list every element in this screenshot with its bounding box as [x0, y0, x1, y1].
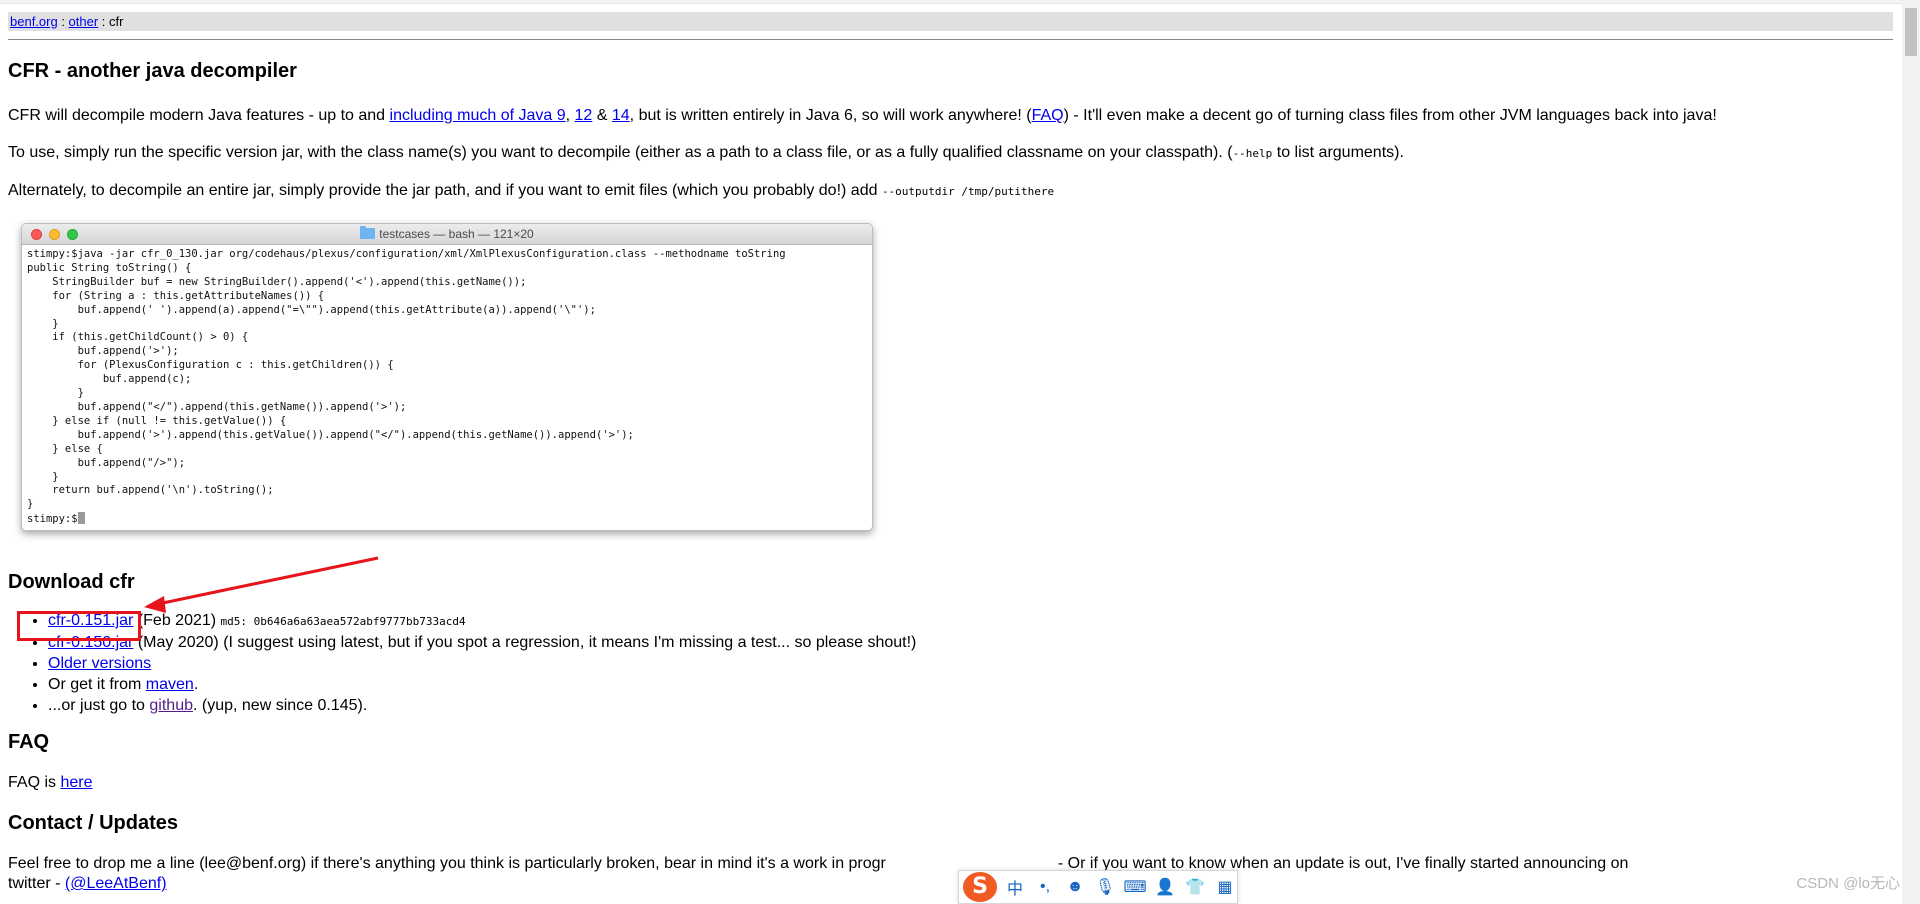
emoji-icon[interactable]: ☻ — [1063, 878, 1087, 896]
language-toggle[interactable]: 中 — [1003, 875, 1027, 899]
md5-hash: md5: 0b646a6a63aea572abf9777bb733acd4 — [220, 615, 466, 628]
contact-paragraph: Feel free to drop me a line (lee@benf.or… — [8, 854, 1893, 894]
release-date: (Feb 2021) — [133, 612, 221, 629]
contact-text: Feel free to drop me a line (lee@benf.or… — [8, 855, 886, 872]
cursor-icon — [77, 512, 85, 525]
watermark: CSDN @lo无心 — [1796, 875, 1900, 892]
download-previous-link[interactable]: cfr-0.150.jar — [48, 634, 133, 651]
faq-text: FAQ is — [8, 774, 61, 791]
punctuation-icon[interactable]: •, — [1033, 878, 1057, 896]
breadcrumb-other-link[interactable]: other — [69, 14, 99, 29]
breadcrumb-current: cfr — [109, 14, 124, 29]
java14-link[interactable]: 14 — [612, 107, 630, 124]
faq-paragraph: FAQ is here — [8, 773, 1893, 793]
intro-text: , but is written entirely in Java 6, so … — [629, 107, 1032, 124]
download-list: cfr-0.151.jar (Feb 2021) md5: 0b646a6a63… — [8, 610, 1893, 716]
divider — [8, 39, 1893, 40]
intro-text: , — [565, 107, 575, 124]
zoom-dot-icon — [67, 229, 78, 240]
list-item: cfr-0.150.jar (May 2020) (I suggest usin… — [48, 632, 1893, 653]
terminal-prompt: stimpy:$ — [27, 513, 78, 526]
scrollbar-thumb[interactable] — [1905, 8, 1917, 56]
skin-shirt-icon[interactable]: 👕 — [1183, 877, 1207, 897]
list-text: ...or just go to — [48, 697, 150, 714]
help-flag: --help — [1232, 147, 1273, 160]
terminal-code: stimpy:$java -jar cfr_0_130.jar org/code… — [27, 248, 786, 511]
breadcrumb: benf.org : other : cfr — [8, 12, 1893, 31]
github-link[interactable]: github — [149, 697, 193, 714]
maven-link[interactable]: maven — [146, 676, 194, 693]
breadcrumb-root-link[interactable]: benf.org — [10, 14, 58, 29]
content: benf.org : other : cfr CFR - another jav… — [8, 12, 1893, 894]
sogou-logo-icon[interactable]: S — [963, 872, 997, 902]
list-item: ...or just go to github. (yup, new since… — [48, 695, 1893, 716]
microphone-icon[interactable]: 🎙 — [1093, 877, 1117, 897]
contact-title: Contact / Updates — [8, 812, 179, 834]
list-text: . (yup, new since 0.145). — [192, 697, 368, 714]
twitter-link[interactable]: (@LeeAtBenf) — [65, 875, 167, 892]
list-text: . — [193, 676, 199, 693]
java12-link[interactable]: 12 — [575, 107, 593, 124]
apps-grid-icon[interactable]: ▦ — [1213, 877, 1237, 897]
breadcrumb-separator: : — [57, 14, 69, 29]
list-item: Or get it from maven. — [48, 674, 1893, 695]
usage-paragraph: To use, simply run the specific version … — [8, 143, 1893, 164]
terminal-output: stimpy:$java -jar cfr_0_130.jar org/code… — [22, 245, 872, 530]
ime-toolbar: S 中 •, ☻ 🎙 ⌨ 👤 👕 ▦ — [958, 870, 1238, 904]
older-versions-link[interactable]: Older versions — [48, 655, 151, 672]
jar-text: Alternately, to decompile an entire jar,… — [8, 182, 882, 199]
java9-link[interactable]: including much of Java 9 — [390, 107, 566, 124]
usage-text: To use, simply run the specific version … — [8, 144, 1233, 161]
page-title: CFR - another java decompiler — [8, 60, 297, 82]
list-item: cfr-0.151.jar (Feb 2021) md5: 0b646a6a63… — [48, 610, 1893, 632]
folder-icon — [360, 226, 376, 239]
list-text: Or get it from — [48, 676, 146, 693]
page: benf.org : other : cfr CFR - another jav… — [0, 0, 1920, 904]
keyboard-icon[interactable]: ⌨ — [1123, 877, 1147, 897]
intro-text: ) - It'll even make a decent go of turni… — [1063, 107, 1717, 124]
user-icon[interactable]: 👤 — [1153, 877, 1177, 897]
top-strip — [0, 0, 1920, 4]
intro-paragraph: CFR will decompile modern Java features … — [8, 106, 1893, 126]
list-item: Older versions — [48, 653, 1893, 674]
download-latest-link[interactable]: cfr-0.151.jar — [48, 612, 133, 629]
terminal-title: testcases — bash — 121×20 — [379, 227, 534, 241]
terminal-titlebar: testcases — bash — 121×20 — [22, 224, 872, 245]
scrollbar[interactable] — [1902, 0, 1920, 904]
faq-inline-link[interactable]: FAQ — [1032, 107, 1064, 124]
faq-title: FAQ — [8, 731, 50, 753]
terminal-screenshot: testcases — bash — 121×20 stimpy:$java -… — [21, 223, 873, 531]
breadcrumb-separator: : — [98, 14, 110, 29]
close-dot-icon — [31, 229, 42, 240]
jar-paragraph: Alternately, to decompile an entire jar,… — [8, 181, 1893, 202]
release-note: (May 2020) (I suggest using latest, but … — [133, 634, 917, 651]
usage-text: to list arguments). — [1272, 144, 1404, 161]
intro-text: & — [592, 107, 612, 124]
minimize-dot-icon — [49, 229, 60, 240]
outputdir-flag: --outputdir /tmp/putithere — [881, 185, 1055, 198]
intro-text: CFR will decompile modern Java features … — [8, 107, 390, 124]
faq-here-link[interactable]: here — [60, 774, 92, 791]
contact-text: twitter - — [8, 875, 65, 892]
download-title: Download cfr — [8, 571, 135, 593]
